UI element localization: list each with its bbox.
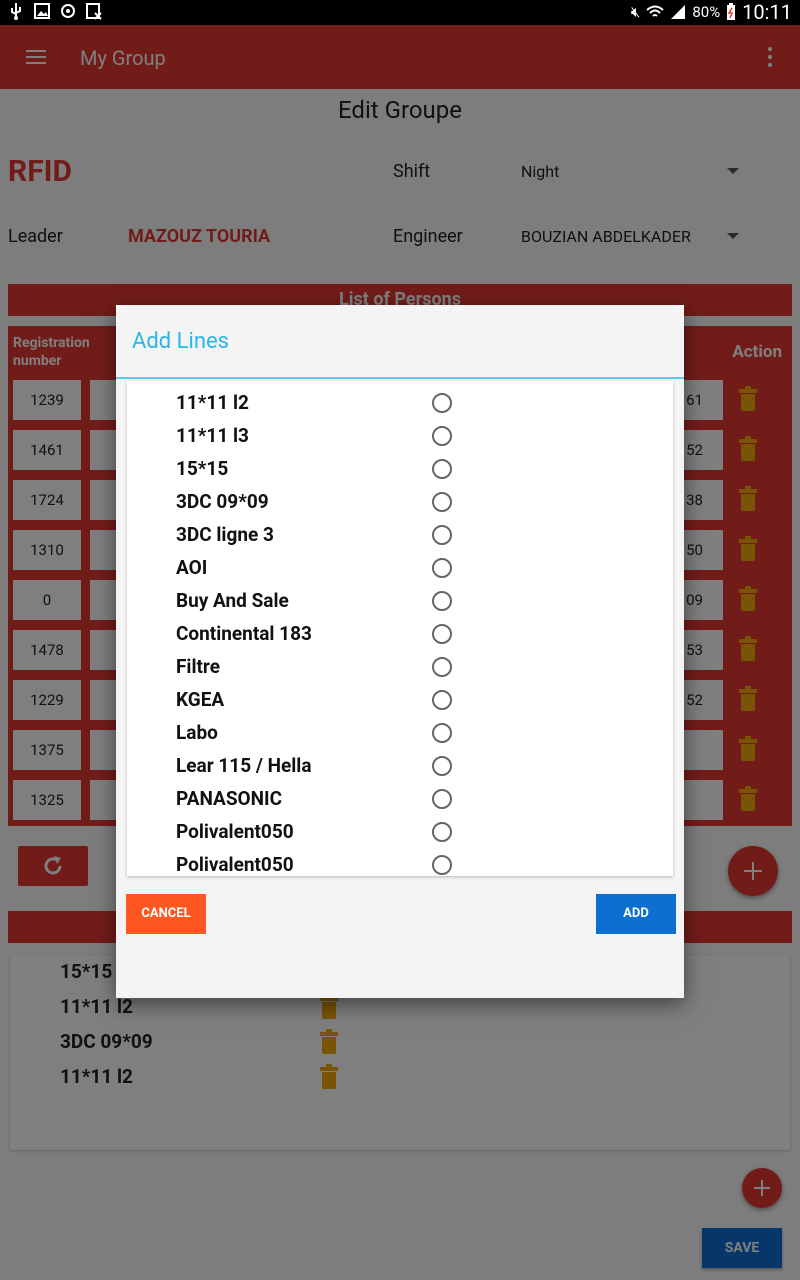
radio-button[interactable] — [432, 459, 452, 479]
radio-button[interactable] — [432, 723, 452, 743]
radio-button[interactable] — [432, 624, 452, 644]
radio-button[interactable] — [432, 492, 452, 512]
cancel-button[interactable]: CANCEL — [126, 894, 206, 934]
line-option-label: Continental 183 — [176, 622, 312, 645]
signal-icon — [671, 5, 686, 19]
image-icon — [34, 3, 50, 19]
wifi-icon — [646, 5, 664, 17]
radio-button[interactable] — [432, 591, 452, 611]
status-bar: 🔇︎ 80% 10:11 — [0, 0, 800, 25]
line-option-label: 11*11 l3 — [176, 424, 249, 447]
usb-icon — [11, 3, 21, 20]
radio-button[interactable] — [432, 558, 452, 578]
radio-button[interactable] — [432, 690, 452, 710]
dialog-divider — [116, 377, 684, 379]
line-option-label: Buy And Sale — [176, 589, 289, 612]
line-option[interactable]: Buy And Sale — [127, 584, 673, 617]
line-option-label: KGEA — [176, 688, 225, 711]
line-option[interactable]: 3DC ligne 3 — [127, 518, 673, 551]
line-option-label: 11*11 l2 — [176, 391, 249, 414]
notification-icons — [8, 2, 102, 20]
line-option[interactable]: 11*11 l2 — [127, 386, 673, 419]
line-option[interactable]: Polivalent050 — [127, 848, 673, 876]
line-option-label: 3DC 09*09 — [176, 490, 269, 513]
radio-button[interactable] — [432, 525, 452, 545]
sync-icon — [61, 4, 75, 18]
line-option[interactable]: KGEA — [127, 683, 673, 716]
system-icons: 🔇︎ 80% 10:11 — [631, 1, 792, 23]
radio-button[interactable] — [432, 822, 452, 842]
line-option[interactable]: Labo — [127, 716, 673, 749]
line-option[interactable]: Lear 115 / Hella — [127, 749, 673, 782]
radio-button[interactable] — [432, 855, 452, 875]
mute-icon: 🔇︎ — [630, 3, 641, 21]
line-option[interactable]: Filtre — [127, 650, 673, 683]
line-option-label: 15*15 — [176, 457, 229, 480]
add-button[interactable]: ADD — [596, 894, 676, 934]
radio-button[interactable] — [432, 657, 452, 677]
line-option-label: Filtre — [176, 655, 220, 678]
line-option-label: Polivalent050 — [176, 853, 294, 876]
line-option-label: Polivalent050 — [176, 820, 294, 843]
line-option[interactable]: 3DC 09*09 — [127, 485, 673, 518]
line-option-label: Labo — [176, 721, 218, 744]
line-option-label: 3DC ligne 3 — [176, 523, 274, 546]
screenshot-icon — [86, 3, 102, 20]
radio-button[interactable] — [432, 426, 452, 446]
add-lines-dialog: Add Lines 11*11 l2 11*11 l3 15*15 3DC 09*09… — [116, 305, 684, 998]
battery-percent: 80% — [692, 3, 721, 21]
clock: 10:11 — [742, 0, 792, 24]
line-option[interactable]: PANASONIC — [127, 782, 673, 815]
line-option[interactable]: Continental 183 — [127, 617, 673, 650]
line-options-list[interactable]: 11*11 l2 11*11 l3 15*15 3DC 09*09 3DC ligne … — [127, 381, 673, 876]
line-option-label: Lear 115 / Hella — [176, 754, 312, 777]
battery-icon — [727, 3, 736, 20]
line-option-label: PANASONIC — [176, 787, 283, 810]
line-option[interactable]: 15*15 — [127, 452, 673, 485]
line-option[interactable]: 11*11 l3 — [127, 419, 673, 452]
line-option[interactable]: AOI — [127, 551, 673, 584]
radio-button[interactable] — [432, 756, 452, 776]
dialog-title: Add Lines — [132, 329, 229, 354]
line-option[interactable]: Polivalent050 — [127, 815, 673, 848]
line-option-label: AOI — [176, 556, 208, 579]
radio-button[interactable] — [432, 789, 452, 809]
radio-button[interactable] — [432, 393, 452, 413]
